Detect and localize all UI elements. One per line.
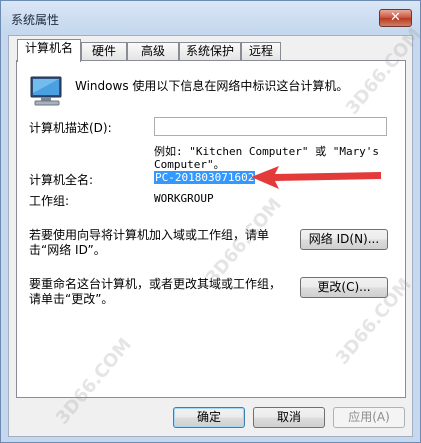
description-input[interactable] — [154, 117, 387, 136]
ok-button[interactable]: 确定 — [173, 407, 245, 428]
description-label: 计算机描述(D): — [29, 121, 112, 135]
cancel-button[interactable]: 取消 — [253, 407, 325, 428]
change-button[interactable]: 更改(C)... — [300, 277, 388, 298]
workgroup-value: WORKGROUP — [154, 192, 214, 205]
window-title: 系统属性 — [11, 13, 60, 27]
title-bar[interactable]: 系统属性 ✕ — [1, 1, 420, 35]
computer-icon — [30, 76, 62, 106]
tab-hardware[interactable]: 硬件 — [81, 42, 127, 61]
tab-computer-name[interactable]: 计算机名 — [17, 39, 81, 62]
tab-system-protection[interactable]: 系统保护 — [179, 42, 241, 61]
tab-remote[interactable]: 远程 — [241, 42, 281, 61]
full-name-label: 计算机全名: — [29, 173, 94, 187]
apply-button[interactable]: 应用(A) — [333, 407, 405, 428]
dialog-client-area: 计算机名 硬件 高级 系统保护 远程 Windows 使用以下信息在网络中标识这… — [8, 35, 413, 437]
join-instructions-line2: 击“网络 ID”。 — [29, 243, 106, 257]
intro-text: Windows 使用以下信息在网络中标识这台计算机。 — [75, 79, 349, 93]
system-properties-window: 系统属性 ✕ 计算机名 硬件 高级 系统保护 远程 Windows 使用以下信息… — [0, 0, 421, 443]
tab-advanced[interactable]: 高级 — [127, 42, 179, 61]
computer-name-panel: Windows 使用以下信息在网络中标识这台计算机。 计算机描述(D): 例如:… — [16, 60, 406, 398]
example-text-line2: Computer"。 — [154, 158, 225, 171]
workgroup-label: 工作组: — [29, 194, 70, 208]
rename-instructions-line2: 请单击“更改”。 — [29, 292, 114, 306]
full-name-value[interactable]: PC-201803071602 — [154, 171, 256, 184]
red-arrow-annotation — [251, 166, 381, 189]
close-button[interactable]: ✕ — [379, 9, 412, 27]
network-id-button[interactable]: 网络 ID(N)... — [300, 229, 388, 250]
